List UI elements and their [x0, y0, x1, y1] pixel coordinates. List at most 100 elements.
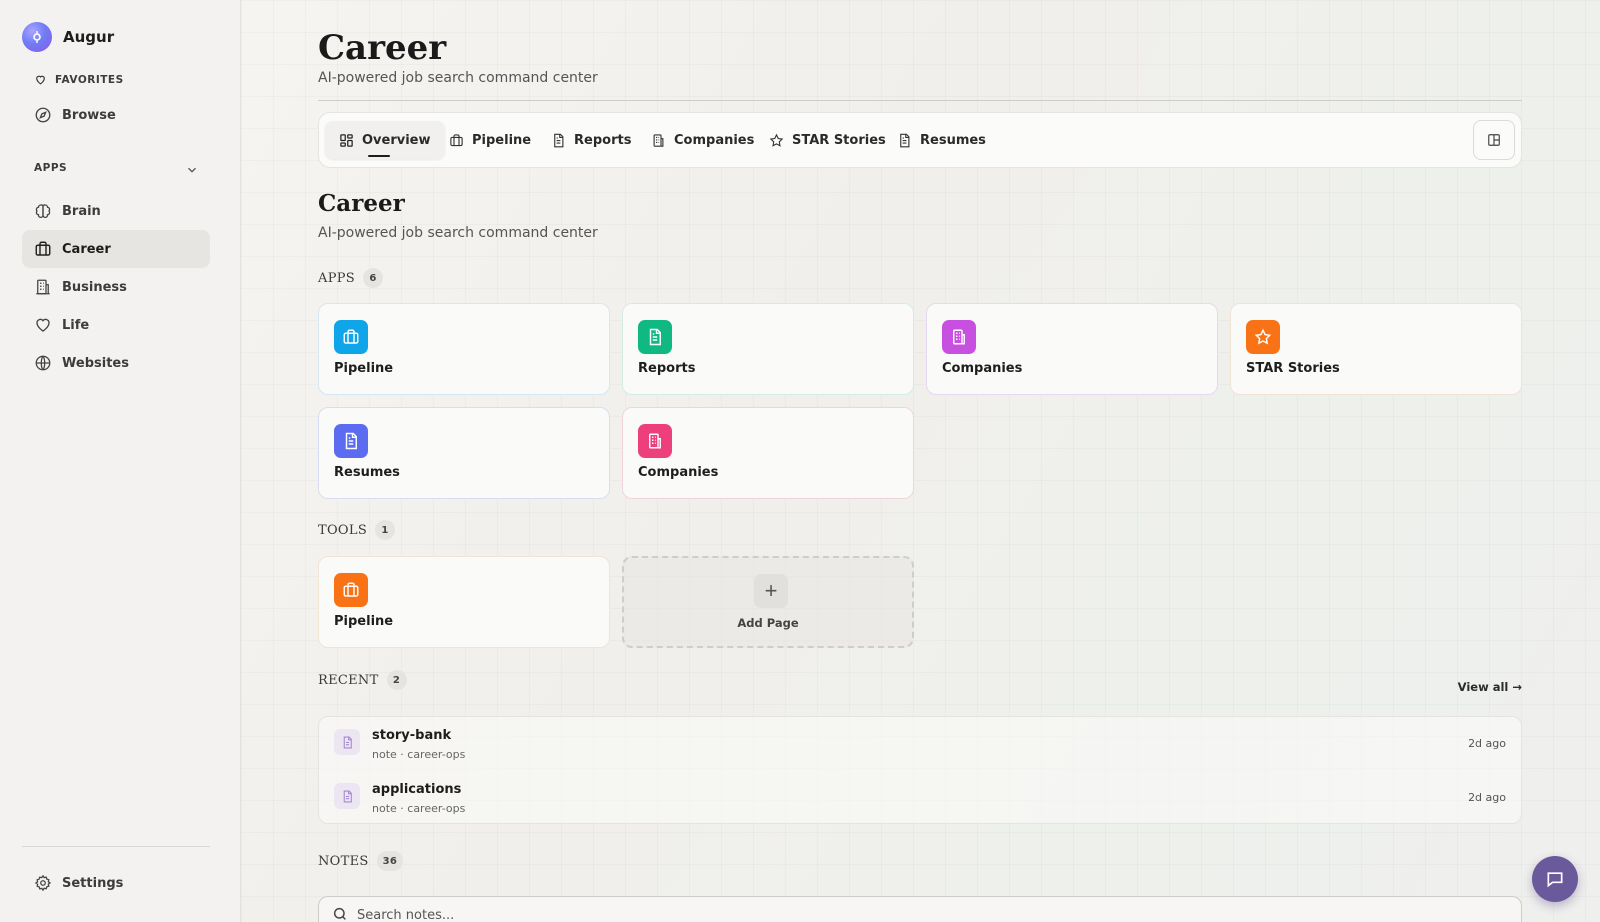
notes-search — [318, 896, 1522, 922]
notes-count-badge: 36 — [376, 851, 404, 871]
sidebar-item-career[interactable]: Career — [22, 230, 210, 268]
sidebar: Augur FAVORITES Browse APPS Brain Career… — [0, 0, 241, 922]
tools-group-label: TOOLS 1 — [318, 520, 396, 540]
list-item[interactable]: applications note · career-ops 2d ago — [319, 773, 1521, 823]
sidebar-item-label: Life — [62, 317, 90, 333]
note-file-icon — [334, 729, 360, 755]
briefcase-icon — [34, 240, 52, 258]
sidebar-item-life[interactable]: Life — [22, 306, 210, 344]
grid-icon — [340, 133, 353, 147]
tab-star-stories[interactable]: STAR Stories — [755, 121, 900, 159]
sidebar-item-settings[interactable]: Settings — [22, 864, 210, 902]
heart-icon — [34, 316, 52, 334]
recent-group-label: RECENT 2 — [318, 670, 407, 690]
sidebar-item-browse[interactable]: Browse — [22, 96, 210, 134]
recent-item-name: applications — [372, 782, 462, 797]
app-card-companies[interactable]: Companies — [926, 303, 1218, 395]
notes-group-label: NOTES 36 — [318, 851, 404, 871]
app-card-companies-2[interactable]: Companies — [622, 407, 914, 499]
sidebar-item-label: Browse — [62, 107, 116, 123]
app-card-label: Companies — [942, 361, 1023, 376]
sidebar-divider — [22, 846, 210, 847]
star-icon — [769, 133, 784, 147]
building-icon — [942, 320, 976, 354]
recent-count-badge: 2 — [386, 670, 407, 690]
recent-list: story-bank note · career-ops 2d ago appl… — [318, 716, 1522, 824]
document-icon — [554, 133, 564, 147]
layout-grid-icon — [1488, 134, 1500, 146]
sidebar-item-label: Career — [62, 241, 111, 257]
title-divider — [318, 100, 1522, 101]
recent-item-time: 2d ago — [1468, 791, 1506, 804]
tab-pipeline[interactable]: Pipeline — [435, 121, 545, 159]
app-card-resumes[interactable]: Resumes — [318, 407, 610, 499]
tool-card-pipeline[interactable]: Pipeline — [318, 556, 610, 648]
tab-companies[interactable]: Companies — [637, 121, 768, 159]
apps-label: APPS — [34, 162, 68, 174]
briefcase-icon — [334, 320, 368, 354]
tab-label: Resumes — [920, 132, 986, 148]
globe-icon — [34, 354, 52, 372]
building-icon — [653, 133, 664, 147]
tab-label: Pipeline — [472, 132, 532, 148]
favorites-section-label[interactable]: FAVORITES — [34, 73, 124, 86]
heart-icon — [36, 75, 45, 85]
briefcase-icon — [450, 133, 463, 146]
tools-count-badge: 1 — [375, 520, 396, 540]
tab-reports[interactable]: Reports — [537, 121, 645, 159]
app-card-reports[interactable]: Reports — [622, 303, 914, 395]
favorites-label: FAVORITES — [55, 73, 124, 86]
gear-icon — [34, 874, 52, 892]
list-item[interactable]: story-bank note · career-ops 2d ago — [319, 719, 1521, 769]
overview-title: Career — [318, 190, 405, 217]
tab-label: Reports — [574, 132, 632, 148]
document-icon — [334, 424, 368, 458]
app-card-pipeline[interactable]: Pipeline — [318, 303, 610, 395]
app-card-label: Reports — [638, 361, 696, 376]
add-page-label: Add Page — [737, 616, 799, 630]
sidebar-item-label: Settings — [62, 875, 124, 891]
search-input[interactable] — [357, 903, 1457, 922]
overview-subtitle: AI-powered job search command center — [318, 225, 598, 241]
star-icon — [1246, 320, 1280, 354]
apps-heading: APPS — [318, 270, 355, 286]
recent-heading: RECENT — [318, 672, 379, 688]
apps-count-badge: 6 — [363, 268, 383, 288]
sidebar-item-websites[interactable]: Websites — [22, 344, 210, 382]
tab-resumes[interactable]: Resumes — [883, 121, 1000, 159]
sidebar-item-label: Brain — [62, 203, 101, 219]
sidebar-item-label: Business — [62, 279, 127, 295]
tab-label: STAR Stories — [792, 132, 886, 148]
apps-section-label: APPS — [34, 162, 67, 174]
recent-item-meta: note · career-ops — [372, 748, 466, 761]
app-card-label: Resumes — [334, 465, 400, 480]
app-card-label: Companies — [638, 465, 719, 480]
sidebar-item-business[interactable]: Business — [22, 268, 210, 306]
layout-toggle-button[interactable] — [1473, 120, 1515, 160]
app-card-star-stories[interactable]: STAR Stories — [1230, 303, 1522, 395]
tab-label: Overview — [362, 132, 431, 148]
recent-item-meta: note · career-ops — [372, 802, 466, 815]
page-subtitle: AI-powered job search command center — [318, 70, 598, 86]
page-title: Career — [318, 28, 447, 68]
plus-icon: + — [754, 574, 788, 608]
notes-heading: NOTES — [318, 853, 369, 869]
sidebar-item-label: Websites — [62, 355, 129, 371]
app-card-label: Pipeline — [334, 361, 394, 376]
document-icon — [900, 133, 910, 147]
view-all-link[interactable]: View all → — [1458, 680, 1522, 694]
chevron-down-icon[interactable] — [185, 163, 199, 177]
add-page-button[interactable]: + Add Page — [622, 556, 914, 648]
sidebar-item-brain[interactable]: Brain — [22, 192, 210, 230]
building-icon — [638, 424, 672, 458]
chat-icon — [1547, 872, 1563, 888]
tab-overview[interactable]: Overview — [325, 121, 445, 159]
app-card-label: STAR Stories — [1246, 361, 1340, 376]
tools-heading: TOOLS — [318, 522, 368, 538]
augur-logo-icon — [22, 22, 52, 52]
brain-icon — [34, 202, 52, 220]
note-file-icon — [334, 783, 360, 809]
building-icon — [34, 278, 52, 296]
brand[interactable]: Augur — [22, 22, 114, 52]
chat-button[interactable] — [1532, 856, 1578, 902]
